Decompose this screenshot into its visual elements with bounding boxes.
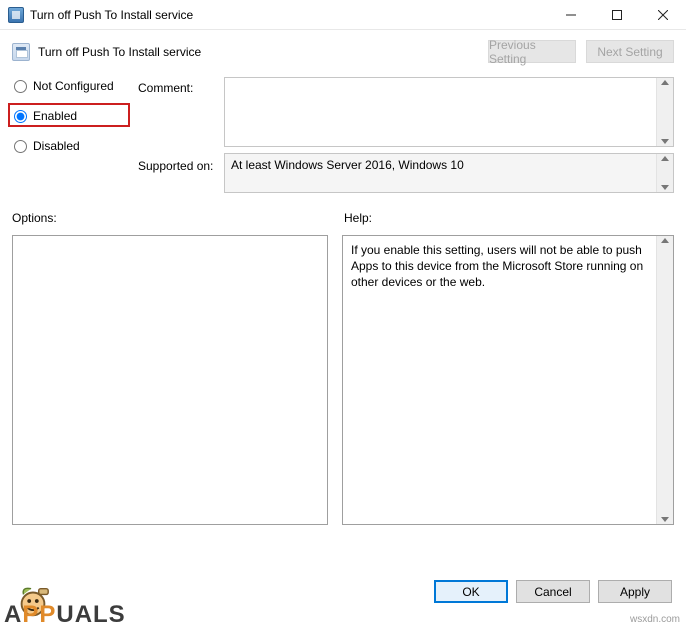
options-panel: [12, 235, 328, 525]
watermark-text-pre: A: [4, 601, 22, 628]
dialog-footer: OK Cancel Apply: [434, 580, 672, 603]
policy-header-row: Turn off Push To Install service Previou…: [12, 40, 674, 63]
comment-label: Comment:: [138, 77, 218, 95]
scroll-down-icon: [661, 139, 669, 144]
scroll-up-icon: [661, 80, 669, 85]
previous-setting-button[interactable]: Previous Setting: [488, 40, 576, 63]
help-panel: If you enable this setting, users will n…: [342, 235, 674, 525]
watermark-text-mid: PP: [22, 601, 56, 628]
supported-on-label: Supported on:: [138, 147, 218, 173]
watermark-text-post: UALS: [56, 601, 125, 628]
supported-on-value: At least Windows Server 2016, Windows 10: [225, 154, 673, 178]
supported-on-box: At least Windows Server 2016, Windows 10: [224, 153, 674, 193]
cancel-button[interactable]: Cancel: [516, 580, 590, 603]
comment-value: [225, 78, 673, 86]
apply-button[interactable]: Apply: [598, 580, 672, 603]
watermark-main: APPUALS: [4, 601, 126, 629]
policy-title: Turn off Push To Install service: [38, 45, 480, 59]
lower-panels: If you enable this setting, users will n…: [12, 235, 674, 525]
radio-enabled[interactable]: Enabled: [12, 107, 132, 125]
comment-textarea[interactable]: [224, 77, 674, 147]
help-scrollbar[interactable]: [656, 236, 673, 524]
help-content: If you enable this setting, users will n…: [343, 236, 673, 297]
close-button[interactable]: [640, 0, 686, 29]
help-label: Help:: [330, 211, 674, 225]
minimize-button[interactable]: [548, 0, 594, 29]
minimize-icon: [566, 10, 576, 20]
ok-button[interactable]: OK: [434, 580, 508, 603]
options-label: Options:: [12, 211, 330, 225]
window-title: Turn off Push To Install service: [30, 8, 548, 22]
radio-not-configured-label: Not Configured: [33, 79, 114, 93]
radio-disabled-label: Disabled: [33, 139, 80, 153]
radio-disabled-input[interactable]: [14, 140, 27, 153]
nav-buttons: Previous Setting Next Setting: [488, 40, 674, 63]
window-controls: [548, 0, 686, 29]
watermark-side: wsxdn.com: [630, 614, 680, 625]
close-icon: [658, 10, 668, 20]
comment-scrollbar[interactable]: [656, 78, 673, 146]
policy-icon: [12, 43, 30, 61]
scroll-down-icon: [661, 517, 669, 522]
radio-enabled-input[interactable]: [14, 110, 27, 123]
scroll-up-icon: [661, 238, 669, 243]
radio-not-configured-input[interactable]: [14, 80, 27, 93]
section-labels: Options: Help:: [12, 211, 674, 225]
scroll-up-icon: [661, 156, 669, 161]
window-titlebar: Turn off Push To Install service: [0, 0, 686, 30]
maximize-button[interactable]: [594, 0, 640, 29]
setting-radios: Not Configured Enabled Disabled: [12, 77, 132, 167]
next-setting-button[interactable]: Next Setting: [586, 40, 674, 63]
scroll-down-icon: [661, 185, 669, 190]
dialog-content: Turn off Push To Install service Previou…: [0, 30, 686, 573]
maximize-icon: [612, 10, 622, 20]
radio-disabled[interactable]: Disabled: [12, 137, 132, 155]
app-icon: [8, 7, 24, 23]
supported-scrollbar[interactable]: [656, 154, 673, 192]
upper-grid: Not Configured Enabled Disabled Comment:…: [12, 77, 674, 193]
options-content: [13, 236, 327, 248]
radio-enabled-label: Enabled: [33, 109, 77, 123]
radio-not-configured[interactable]: Not Configured: [12, 77, 132, 95]
